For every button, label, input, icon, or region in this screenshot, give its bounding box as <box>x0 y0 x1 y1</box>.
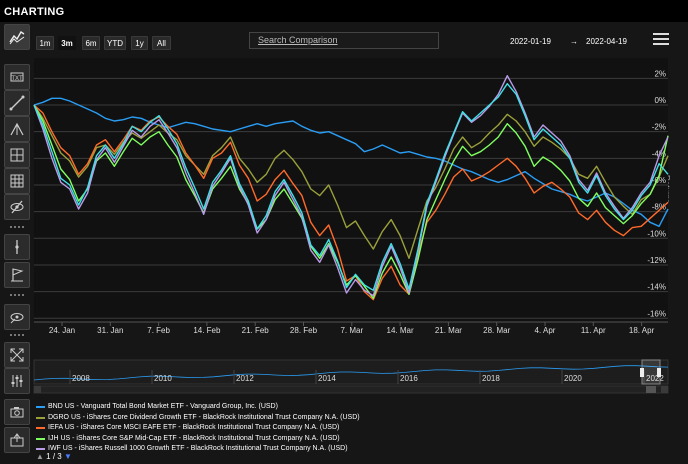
y-tick-label: 2% <box>654 69 666 78</box>
x-tick-label: 18. Apr <box>629 326 655 335</box>
x-tick-label: 21. Mar <box>435 326 462 335</box>
x-tick-label: 4. Apr <box>535 326 556 335</box>
x-tick-label: 31. Jan <box>97 326 123 335</box>
legend-item[interactable]: DGRO US - iShares Core Dividend Growth E… <box>36 413 360 424</box>
pager-text: 1 / 3 <box>46 452 62 461</box>
legend: BND US - Vanguard Total Bond Market ETF … <box>36 402 360 455</box>
navigator-year-label: 2020 <box>564 374 582 383</box>
legend-pager: ▲ 1 / 3 ▼ <box>36 452 72 461</box>
legend-label: BND US - Vanguard Total Bond Market ETF … <box>48 403 278 410</box>
x-tick-label: 24. Jan <box>49 326 75 335</box>
legend-label: IEFA US - iShares Core MSCI EAFE ETF - B… <box>48 424 340 431</box>
y-tick-label: -14% <box>647 283 666 292</box>
navigator-year-label: 2016 <box>400 374 418 383</box>
scroll-left-button <box>34 386 41 393</box>
navigator-handle-right <box>657 368 661 377</box>
x-tick-label: 7. Feb <box>147 326 170 335</box>
navigator-year-label: 2010 <box>154 374 172 383</box>
legend-item[interactable]: BND US - Vanguard Total Bond Market ETF … <box>36 402 360 413</box>
legend-item[interactable]: IJH US - iShares Core S&P Mid-Cap ETF - … <box>36 434 360 445</box>
legend-item[interactable]: IWF US - iShares Russell 1000 Growth ETF… <box>36 444 360 455</box>
legend-label: IJH US - iShares Core S&P Mid-Cap ETF - … <box>48 434 340 442</box>
legend-item[interactable]: IEFA US - iShares Core MSCI EAFE ETF - B… <box>36 423 360 434</box>
x-tick-label: 11. Apr <box>581 326 606 335</box>
legend-label: DGRO US - iShares Core Dividend Growth E… <box>48 413 360 421</box>
x-tick-label: 14. Mar <box>387 326 414 335</box>
navigator-scrollbar <box>33 385 669 394</box>
pager-up-icon[interactable]: ▲ <box>36 452 44 461</box>
y-tick-label: -16% <box>647 309 666 318</box>
y-tick-label: -12% <box>647 256 666 265</box>
x-tick-label: 7. Mar <box>340 326 363 335</box>
x-tick-label: 28. Mar <box>483 326 510 335</box>
navigator-handle-left <box>640 368 644 377</box>
y-tick-label: -2% <box>652 123 666 132</box>
navigator-year-label: 2018 <box>482 374 500 383</box>
scrollbar-thumb <box>646 386 656 393</box>
y-tick-label: 0% <box>654 96 666 105</box>
scroll-right-button <box>661 386 668 393</box>
chart-svg[interactable]: 2%0%-2%-4%-6%-8%-10%-12%-14%-16% 24. Jan… <box>0 0 688 464</box>
x-tick-label: 21. Feb <box>242 326 270 335</box>
pager-down-icon[interactable]: ▼ <box>64 452 72 461</box>
legend-label: IWF US - iShares Russell 1000 Growth ETF… <box>48 445 348 452</box>
x-tick-label: 14. Feb <box>193 326 221 335</box>
x-tick-label: 28. Feb <box>290 326 318 335</box>
navigator-year-label: 2012 <box>236 374 254 383</box>
navigator-year-label: 2008 <box>72 374 90 383</box>
navigator-year-label: 2014 <box>318 374 336 383</box>
y-tick-label: -10% <box>647 229 666 238</box>
